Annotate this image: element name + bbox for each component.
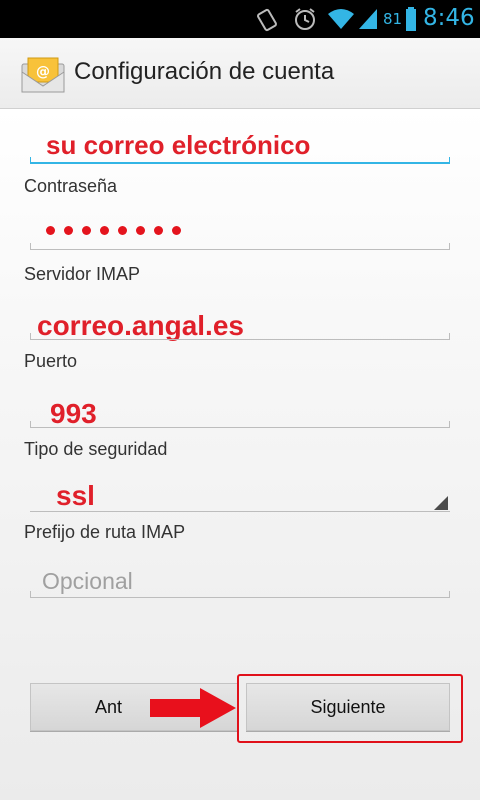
page-title: Configuración de cuenta	[74, 58, 335, 85]
password-label: Contraseña	[24, 176, 118, 196]
field-tick-right	[449, 157, 450, 164]
password-dot	[46, 226, 55, 235]
security-label: Tipo de seguridad	[24, 439, 168, 459]
signal-icon	[359, 9, 377, 29]
field-tick-right	[449, 333, 450, 340]
imap-prefix-label: Prefijo de ruta IMAP	[24, 522, 186, 542]
password-dot	[172, 226, 181, 235]
password-field[interactable]	[30, 214, 450, 250]
password-dot	[136, 226, 145, 235]
imap-prefix-field[interactable]: Opcional	[30, 558, 450, 598]
annotation-arrow-icon	[150, 688, 236, 728]
annotation-highlight-box	[237, 674, 463, 743]
password-dot	[118, 226, 127, 235]
field-tick-left	[30, 333, 31, 340]
field-underline	[30, 511, 450, 512]
server-field[interactable]: correo.angal.es	[30, 306, 450, 341]
field-tick-left	[30, 591, 31, 598]
security-value: ssl	[56, 480, 95, 511]
alarm-icon	[295, 8, 315, 30]
password-masked-value	[46, 220, 190, 239]
email-value: su correo electrónico	[46, 130, 311, 160]
email-field[interactable]: su correo electrónico	[30, 126, 450, 164]
password-dot	[82, 226, 91, 235]
field-tick-left	[30, 421, 31, 428]
field-tick-left	[30, 243, 31, 250]
dropdown-arrow-icon	[434, 496, 448, 510]
battery-percent: 81	[383, 10, 403, 28]
password-dot	[154, 226, 163, 235]
imap-prefix-placeholder: Opcional	[42, 568, 133, 594]
status-bar: 81 8:46	[0, 0, 480, 38]
password-dot	[100, 226, 109, 235]
action-bar: @ Configuración de cuenta	[0, 38, 480, 109]
wifi-icon	[328, 9, 354, 29]
clock: 8:46	[423, 5, 475, 31]
field-underline	[30, 427, 450, 428]
port-label: Puerto	[24, 351, 78, 371]
field-tick-left	[30, 157, 31, 164]
port-value: 993	[50, 398, 97, 429]
field-underline	[30, 162, 450, 164]
field-underline	[30, 597, 450, 598]
field-tick-right	[449, 421, 450, 428]
security-type-spinner[interactable]: ssl	[30, 478, 450, 512]
server-value: correo.angal.es	[37, 310, 244, 341]
field-underline	[30, 249, 450, 250]
port-field[interactable]: 993	[30, 394, 450, 429]
field-underline	[30, 339, 450, 340]
field-tick-right	[449, 591, 450, 598]
previous-button-label: Ant	[95, 697, 123, 717]
email-icon: @	[21, 57, 65, 93]
svg-text:@: @	[36, 64, 50, 80]
vibrate-icon	[257, 8, 277, 32]
field-tick-right	[449, 243, 450, 250]
battery-icon	[406, 7, 416, 31]
password-dot	[64, 226, 73, 235]
server-label: Servidor IMAP	[24, 264, 141, 284]
